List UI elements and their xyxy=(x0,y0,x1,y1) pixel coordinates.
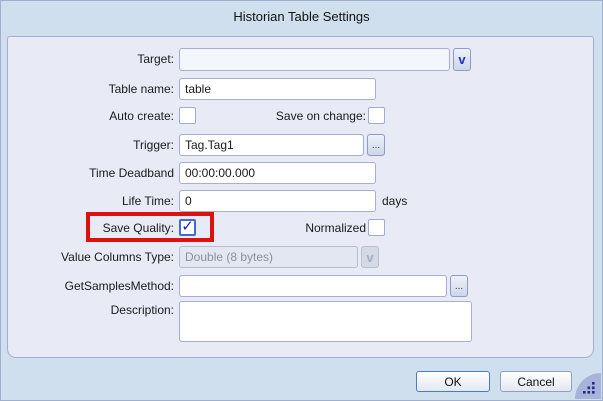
life-time-label: Life Time: xyxy=(122,194,174,208)
save-quality-label: Save Quality: xyxy=(103,221,174,235)
get-samples-method-browse-button[interactable]: ... xyxy=(450,275,468,297)
normalized-label: Normalized xyxy=(305,221,366,235)
life-time-input[interactable] xyxy=(179,190,376,212)
save-on-change-label: Save on change: xyxy=(276,109,366,123)
ok-button[interactable]: OK xyxy=(416,371,490,392)
historian-table-settings-dialog: Historian Table Settings Target: v Table… xyxy=(0,0,603,401)
table-name-label: Table name: xyxy=(109,82,174,96)
save-quality-checkbox[interactable]: ✓ xyxy=(179,219,196,236)
value-columns-type-combo xyxy=(179,246,358,268)
chevron-down-icon: v xyxy=(366,251,373,264)
trigger-input[interactable] xyxy=(179,134,364,156)
description-label: Description: xyxy=(111,303,174,317)
cancel-button[interactable]: Cancel xyxy=(500,371,572,392)
target-label: Target: xyxy=(137,52,174,66)
target-dropdown-button[interactable]: v xyxy=(453,48,471,71)
time-deadband-input[interactable] xyxy=(179,162,376,184)
get-samples-method-label: GetSamplesMethod: xyxy=(65,279,174,293)
value-columns-type-label: Value Columns Type: xyxy=(61,250,174,264)
save-on-change-checkbox[interactable] xyxy=(368,107,385,124)
auto-create-checkbox[interactable] xyxy=(179,107,196,124)
normalized-checkbox[interactable] xyxy=(368,219,385,236)
trigger-label: Trigger: xyxy=(133,138,174,152)
life-time-suffix: days xyxy=(382,194,407,208)
description-textarea[interactable] xyxy=(179,301,472,342)
get-samples-method-input[interactable] xyxy=(179,275,447,297)
dialog-title: Historian Table Settings xyxy=(1,9,602,24)
target-combo-input[interactable] xyxy=(179,48,450,71)
chevron-down-icon: v xyxy=(458,53,465,66)
resize-grip-icon[interactable] xyxy=(575,373,601,399)
table-name-input[interactable] xyxy=(179,78,376,100)
value-columns-type-dropdown-button: v xyxy=(361,246,379,268)
checkmark-icon: ✓ xyxy=(181,219,194,234)
time-deadband-label: Time Deadband xyxy=(89,166,174,180)
trigger-browse-button[interactable]: ... xyxy=(367,134,385,156)
auto-create-label: Auto create: xyxy=(109,109,174,123)
